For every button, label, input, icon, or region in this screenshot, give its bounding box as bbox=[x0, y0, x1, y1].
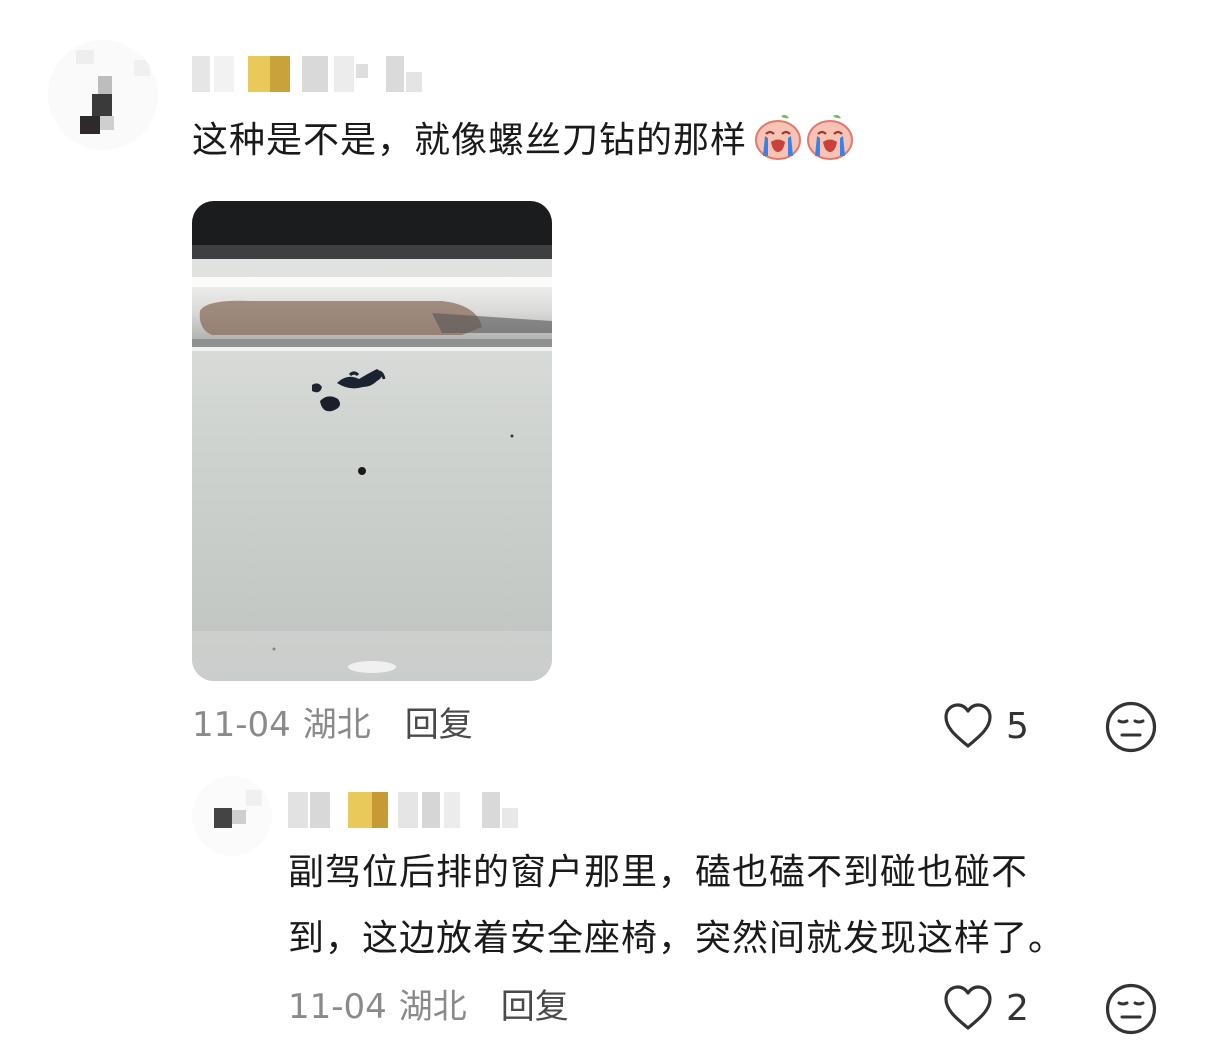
reply-text-line2: 到，这边放着安全座椅，突然间就发现这样了。 bbox=[288, 918, 1066, 959]
neutral-face-icon[interactable] bbox=[1104, 982, 1158, 1036]
reply-reply-button[interactable]: 回复 bbox=[501, 987, 569, 1027]
reply-text: 副驾位后排的窗户那里，磕也磕不到碰也碰不 到，这边放着安全座椅，突然间就发现这样… bbox=[288, 840, 1065, 972]
username-blurred[interactable] bbox=[192, 56, 432, 92]
like-button[interactable]: 5 bbox=[942, 698, 1029, 754]
comment-photo[interactable] bbox=[192, 201, 552, 681]
reply-button[interactable]: 回复 bbox=[405, 705, 473, 745]
like-count: 5 bbox=[1006, 705, 1029, 747]
comment-location: 湖北 bbox=[302, 705, 371, 745]
reply-location: 湖北 bbox=[398, 987, 467, 1027]
heart-outline-icon bbox=[942, 702, 994, 750]
reply-text-line1: 副驾位后排的窗户那里，磕也磕不到碰也碰不 bbox=[288, 852, 1029, 893]
avatar[interactable] bbox=[48, 40, 158, 150]
reply-meta: 11-04 湖北 回复 bbox=[288, 982, 569, 1032]
reply-like-count: 2 bbox=[1006, 987, 1029, 1029]
heart-outline-icon bbox=[942, 984, 994, 1032]
crying-face-emoji bbox=[805, 114, 855, 160]
comment-meta: 11-04 湖北 回复 bbox=[192, 700, 473, 750]
reply-username-blurred[interactable] bbox=[288, 792, 528, 828]
reply-date: 11-04 bbox=[288, 987, 387, 1027]
reply-avatar[interactable] bbox=[192, 776, 272, 856]
comment-text: 这种是不是，就像螺丝刀钻的那样 bbox=[192, 108, 855, 174]
reply-like-button[interactable]: 2 bbox=[942, 980, 1029, 1036]
crying-face-emoji bbox=[753, 114, 803, 160]
comment-date: 11-04 bbox=[192, 705, 291, 745]
comment-body: 这种是不是，就像螺丝刀钻的那样 bbox=[192, 120, 748, 161]
neutral-face-icon[interactable] bbox=[1104, 700, 1158, 754]
